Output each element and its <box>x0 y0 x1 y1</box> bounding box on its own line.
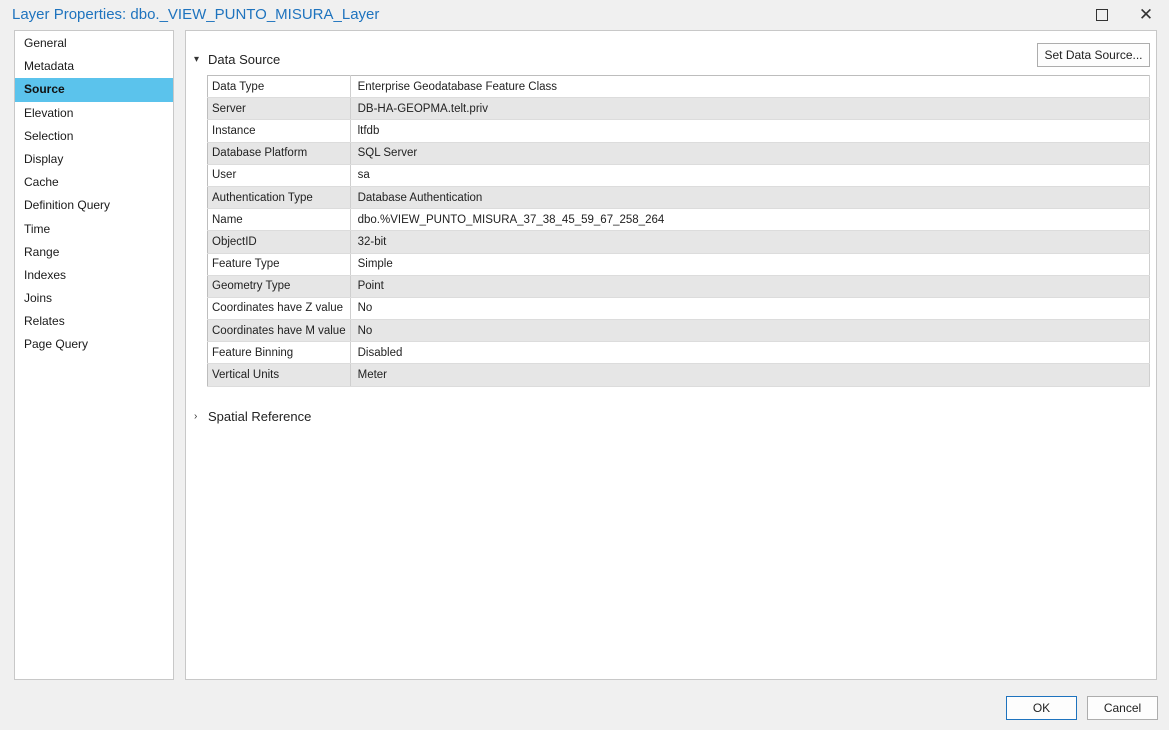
table-row[interactable]: Coordinates have M value No <box>207 319 1151 343</box>
property-value: Point <box>350 275 1151 298</box>
sidebar: General Metadata Source Elevation Select… <box>14 30 174 680</box>
sidebar-item-relates[interactable]: Relates <box>15 310 173 333</box>
property-value: Simple <box>350 253 1151 276</box>
table-row[interactable]: Database Platform SQL Server <box>207 142 1151 165</box>
sidebar-item-metadata[interactable]: Metadata <box>15 55 173 78</box>
table-row[interactable]: Vertical Units Meter <box>207 363 1151 387</box>
set-data-source-button[interactable]: Set Data Source... <box>1037 43 1150 67</box>
property-key: Instance <box>207 119 351 143</box>
property-key: Authentication Type <box>207 186 351 210</box>
spatial-reference-heading: Spatial Reference <box>208 409 312 424</box>
sidebar-item-range[interactable]: Range <box>15 241 173 264</box>
property-value: Database Authentication <box>350 186 1151 210</box>
data-source-section-header[interactable]: ▾ Data Source <box>194 52 280 67</box>
property-value: No <box>350 297 1151 321</box>
table-row[interactable]: Server DB-HA-GEOPMA.telt.priv <box>207 97 1151 121</box>
sidebar-item-cache[interactable]: Cache <box>15 171 173 194</box>
property-key: Coordinates have Z value <box>207 297 351 321</box>
table-row[interactable]: Authentication Type Database Authenticati… <box>207 186 1151 210</box>
table-row[interactable]: User sa <box>207 164 1151 187</box>
property-key: Geometry Type <box>207 275 351 298</box>
property-value: Meter <box>350 363 1151 387</box>
sidebar-item-selection[interactable]: Selection <box>15 125 173 148</box>
source-panel: ▾ Data Source Set Data Source... Data Ty… <box>185 30 1157 680</box>
cancel-button[interactable]: Cancel <box>1087 696 1158 720</box>
property-key: Feature Type <box>207 253 351 276</box>
table-row[interactable]: Name dbo.%VIEW_PUNTO_MISURA_37_38_45_59_6… <box>207 208 1151 232</box>
property-key: Feature Binning <box>207 341 351 365</box>
table-row[interactable]: Instance ltfdb <box>207 119 1151 143</box>
maximize-icon <box>1096 9 1108 21</box>
ok-button[interactable]: OK <box>1006 696 1077 720</box>
title-bar: Layer Properties: dbo._VIEW_PUNTO_MISURA… <box>0 0 1169 30</box>
property-value: Enterprise Geodatabase Feature Class <box>350 75 1151 99</box>
sidebar-item-general[interactable]: General <box>15 32 173 55</box>
table-row[interactable]: Geometry Type Point <box>207 275 1151 298</box>
sidebar-item-elevation[interactable]: Elevation <box>15 102 173 125</box>
table-row[interactable]: Coordinates have Z value No <box>207 297 1151 321</box>
property-value: DB-HA-GEOPMA.telt.priv <box>350 97 1151 121</box>
sidebar-item-definition-query[interactable]: Definition Query <box>15 194 173 217</box>
property-value: sa <box>350 164 1151 187</box>
data-source-table: Data Type Enterprise Geodatabase Feature … <box>207 75 1151 387</box>
sidebar-item-display[interactable]: Display <box>15 148 173 171</box>
table-row[interactable]: Data Type Enterprise Geodatabase Feature … <box>207 75 1151 99</box>
sidebar-item-page-query[interactable]: Page Query <box>15 333 173 356</box>
property-key: User <box>207 164 351 187</box>
property-value: ltfdb <box>350 119 1151 143</box>
property-value: 32-bit <box>350 230 1151 254</box>
property-key: Coordinates have M value <box>207 319 351 343</box>
table-row[interactable]: Feature Binning Disabled <box>207 341 1151 365</box>
close-icon: ✕ <box>1138 5 1154 24</box>
sidebar-item-time[interactable]: Time <box>15 218 173 241</box>
property-key: Server <box>207 97 351 121</box>
chevron-down-icon: ▾ <box>194 54 200 65</box>
data-source-heading: Data Source <box>208 52 281 67</box>
maximize-button[interactable] <box>1080 0 1124 30</box>
property-key: Vertical Units <box>207 363 351 387</box>
property-value: No <box>350 319 1151 343</box>
sidebar-item-joins[interactable]: Joins <box>15 287 173 310</box>
window-title: Layer Properties: dbo._VIEW_PUNTO_MISURA… <box>12 6 380 23</box>
sidebar-item-source[interactable]: Source <box>15 78 173 102</box>
property-key: Database Platform <box>207 142 351 165</box>
property-value: dbo.%VIEW_PUNTO_MISURA_37_38_45_59_67_25… <box>350 208 1151 232</box>
sidebar-item-indexes[interactable]: Indexes <box>15 264 173 287</box>
close-button[interactable]: ✕ <box>1124 0 1168 30</box>
property-value: Disabled <box>350 341 1151 365</box>
property-key: Name <box>207 208 351 232</box>
spatial-reference-section-header[interactable]: › Spatial Reference <box>194 409 311 424</box>
property-key: Data Type <box>207 75 351 99</box>
property-key: ObjectID <box>207 230 351 254</box>
chevron-right-icon: › <box>194 411 198 422</box>
property-value: SQL Server <box>350 142 1151 165</box>
table-row[interactable]: ObjectID 32-bit <box>207 230 1151 254</box>
table-row[interactable]: Feature Type Simple <box>207 253 1151 276</box>
